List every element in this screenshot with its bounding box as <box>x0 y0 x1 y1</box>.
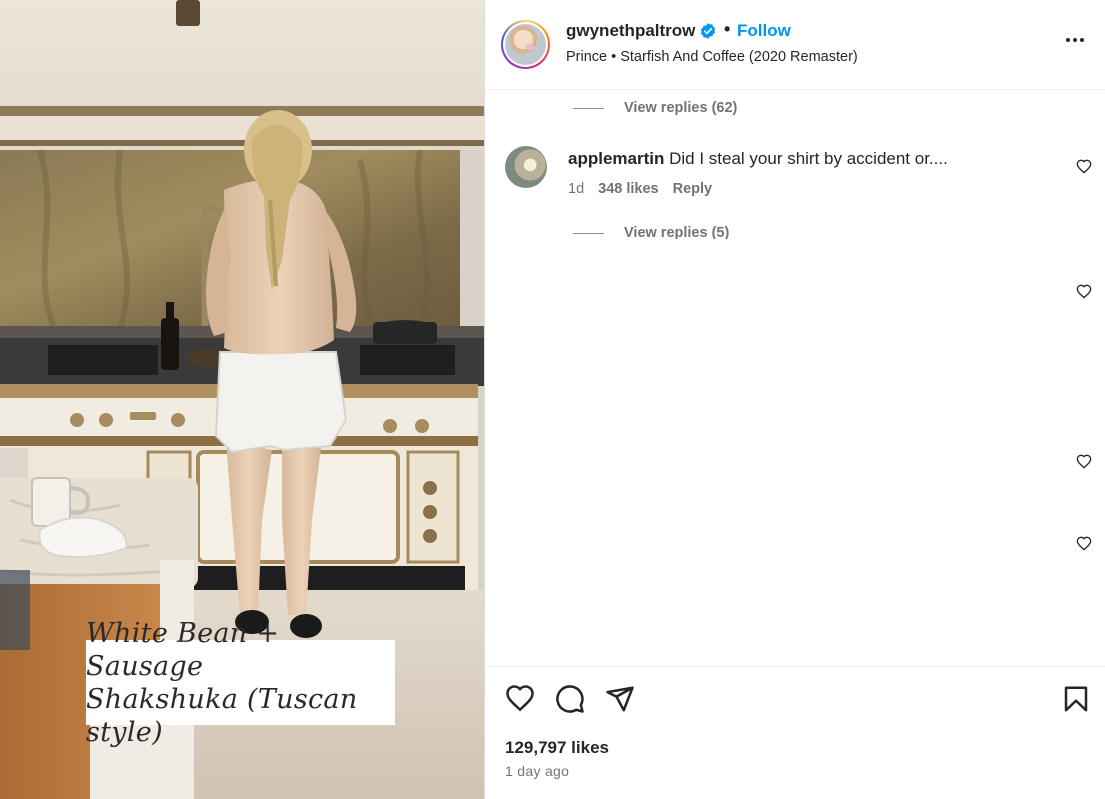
post-media[interactable]: White Bean + Sausage Shakshuka (Tuscan s… <box>0 0 484 799</box>
post-side-panel: gwynethpaltrow • Follow Prince • Starfis… <box>484 0 1105 799</box>
comment-icon[interactable] <box>555 684 585 714</box>
comment-text: Did I steal your shirt by accident or...… <box>669 149 948 168</box>
avatar[interactable] <box>501 20 550 69</box>
view-replies-label: View replies (62) <box>624 100 738 116</box>
like-heart-icon[interactable] <box>505 684 535 714</box>
comment-age[interactable]: 1d <box>568 181 584 197</box>
follow-button[interactable]: Follow <box>737 21 791 41</box>
header-separator: • <box>724 19 731 39</box>
more-options-icon[interactable] <box>1063 28 1087 52</box>
post-timestamp[interactable]: 1 day ago <box>505 763 569 779</box>
comment-like-heart-icon[interactable] <box>1076 159 1092 175</box>
comment-likes[interactable]: 348 likes <box>598 181 658 197</box>
instagram-post: White Bean + Sausage Shakshuka (Tuscan s… <box>0 0 1105 799</box>
view-replies-link-2[interactable]: View replies (5) <box>573 225 729 239</box>
save-bookmark-icon[interactable] <box>1061 684 1091 714</box>
comment-like-heart-icon[interactable] <box>1076 454 1092 470</box>
replies-divider-line <box>573 107 604 109</box>
comment-like-heart-icon[interactable] <box>1076 284 1092 300</box>
comment-username[interactable]: applemartin <box>568 149 664 168</box>
post-header: gwynethpaltrow • Follow Prince • Starfis… <box>485 0 1105 90</box>
caption-line-1: White Bean + Sausage <box>86 617 280 682</box>
view-replies-link[interactable]: View replies (62) <box>573 100 737 116</box>
recipe-caption-card: White Bean + Sausage Shakshuka (Tuscan s… <box>86 618 395 748</box>
comment-reply-button[interactable]: Reply <box>673 181 713 197</box>
avatar-image <box>505 24 546 65</box>
comments-list[interactable]: View replies (62) applemartin Did I stea… <box>485 91 1105 666</box>
comment-body: applemartin Did I steal your shirt by ac… <box>568 149 948 169</box>
likes-count[interactable]: 129,797 likes <box>505 738 609 758</box>
comment-meta: 1d 348 likes Reply <box>568 181 726 197</box>
caption-line-2: Shakshuka (Tuscan style) <box>86 683 358 748</box>
music-info[interactable]: Prince • Starfish And Coffee (2020 Remas… <box>566 49 858 65</box>
username[interactable]: gwynethpaltrow <box>566 21 695 41</box>
view-replies-label: View replies (5) <box>624 225 730 239</box>
post-footer: 129,797 likes 1 day ago <box>485 666 1105 799</box>
comment-like-heart-icon[interactable] <box>1076 536 1092 552</box>
comment-avatar[interactable] <box>505 146 547 188</box>
share-paper-plane-icon[interactable] <box>605 684 635 714</box>
replies-divider-line <box>573 233 604 234</box>
verified-badge-icon <box>700 23 716 39</box>
